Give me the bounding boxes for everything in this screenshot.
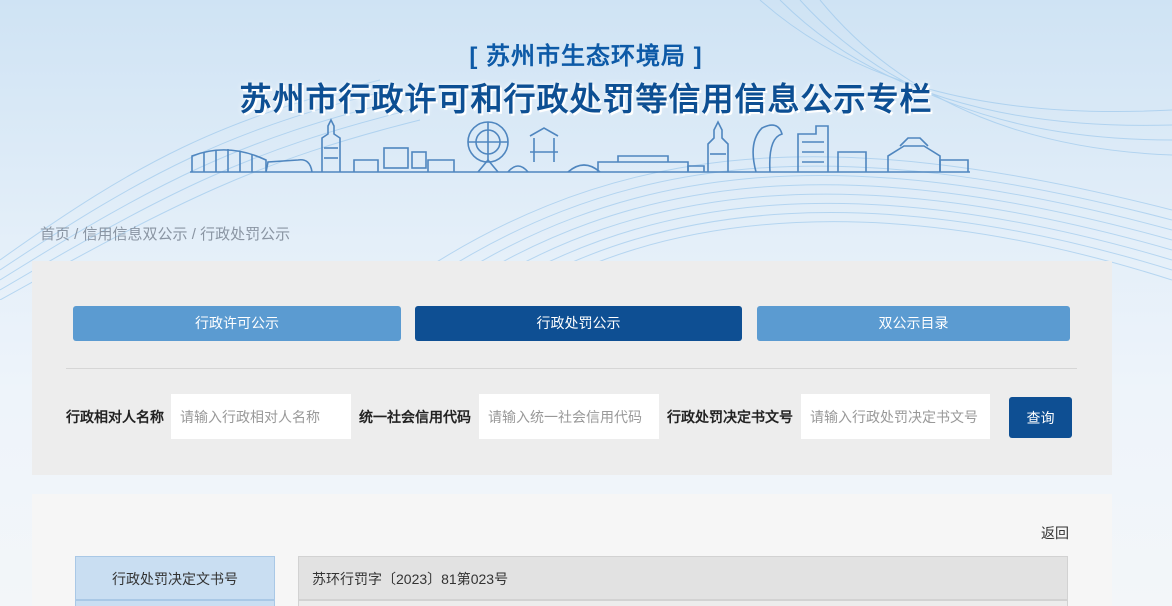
counterparty-name-label: 行政相对人名称 — [66, 409, 164, 425]
tab-double-publicity-catalog[interactable]: 双公示目录 — [757, 306, 1070, 341]
detail-panel: 返回 行政处罚决定文书号 苏环行罚字〔2023〕81第023号 — [32, 494, 1112, 606]
search-button[interactable]: 查询 — [1009, 397, 1072, 438]
tab-administrative-penalty[interactable]: 行政处罚公示 — [415, 306, 742, 341]
detail-label-cell — [75, 600, 275, 606]
breadcrumb-separator: / — [187, 226, 201, 243]
penalty-doc-number-label: 行政处罚决定书文号 — [667, 409, 793, 425]
counterparty-name-input[interactable] — [171, 394, 351, 439]
search-panel: 行政许可公示 行政处罚公示 双公示目录 行政相对人名称 统一社会信用代码 行政处… — [32, 261, 1112, 475]
tab-administrative-license[interactable]: 行政许可公示 — [73, 306, 401, 341]
divider — [66, 368, 1077, 369]
agency-subtitle: [ 苏州市生态环境局 ] — [469, 43, 703, 70]
breadcrumb-current: 行政处罚公示 — [200, 226, 291, 243]
breadcrumb-credit-publicity[interactable]: 信用信息双公示 — [83, 226, 188, 243]
city-skyline-illustration — [190, 118, 970, 173]
detail-value-cell: 苏环行罚字〔2023〕81第023号 — [298, 556, 1068, 600]
penalty-doc-number-input[interactable] — [801, 394, 990, 439]
back-link[interactable]: 返回 — [1041, 523, 1069, 543]
breadcrumb-home[interactable]: 首页 — [40, 226, 70, 243]
detail-value-cell — [298, 600, 1068, 606]
breadcrumb-separator: / — [70, 226, 83, 243]
credit-code-label: 统一社会信用代码 — [359, 409, 471, 425]
detail-label-cell: 行政处罚决定文书号 — [75, 556, 275, 600]
breadcrumb: 首页 / 信用信息双公示 / 行政处罚公示 — [40, 223, 290, 244]
header-banner: [ 苏州市生态环境局 ] 苏州市行政许可和行政处罚等信用信息公示专栏 — [0, 0, 1172, 300]
credit-code-input[interactable] — [479, 394, 659, 439]
